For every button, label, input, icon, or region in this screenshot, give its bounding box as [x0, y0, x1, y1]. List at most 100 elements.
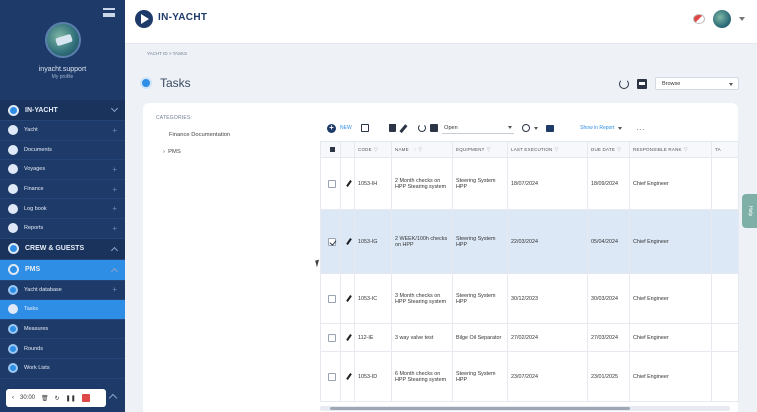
my-profile-link[interactable]: My profile	[0, 74, 125, 80]
edit-pencil-icon[interactable]	[346, 373, 352, 380]
export-icon[interactable]	[546, 124, 555, 132]
sort-icon[interactable]: ↑	[414, 147, 417, 153]
chevron-left-icon[interactable]: ‹	[12, 395, 14, 401]
row-select-cell[interactable]	[320, 209, 341, 274]
sidebar-item-tasks[interactable]: Tasks	[0, 300, 125, 320]
table-row[interactable]: 112-IE 3 way valve test Bilge Oil Separato…	[320, 323, 739, 352]
edit-pencil-icon[interactable]	[346, 180, 352, 187]
category-finance-documentation[interactable]: Finance Documentation	[169, 132, 230, 138]
add-icon[interactable]: +	[112, 224, 117, 233]
add-icon[interactable]: +	[112, 126, 117, 135]
new-button[interactable]: NEW	[340, 125, 352, 131]
expand-arrow-icon[interactable]: ›	[163, 149, 165, 155]
sidebar-item-work-lists[interactable]: Work Lists	[0, 359, 125, 379]
row-select-cell[interactable]	[320, 323, 341, 352]
filter-icon[interactable]: ▽	[374, 147, 378, 153]
header-code[interactable]: CODE ▽	[354, 141, 392, 158]
table-row[interactable]: 1053-IG 2 WEEK/100h checks on HPP Steering…	[320, 209, 739, 274]
header-last-execution[interactable]: LAST EXECUTION ▽	[507, 141, 588, 158]
sidebar-item-finance[interactable]: Finance +	[0, 180, 125, 200]
table-row[interactable]: 1053-IC 3 Month checks on HPP Stearing sy…	[320, 273, 739, 324]
report-caret-icon[interactable]	[618, 126, 623, 130]
sidebar-item-pms[interactable]: PMS	[0, 259, 125, 281]
header-name[interactable]: NAME ↑ ▽	[391, 141, 453, 158]
sidebar-item-voyages[interactable]: Voyages +	[0, 160, 125, 180]
view-mode-select[interactable]: Browse	[655, 77, 739, 90]
user-name[interactable]: inyacht.support	[0, 66, 125, 73]
filter-icon[interactable]: ▽	[617, 147, 621, 153]
row-checkbox[interactable]	[328, 372, 336, 381]
header-equipment[interactable]: EQUIPMENT ▽	[452, 141, 508, 158]
sidebar-item-reports[interactable]: Reports +	[0, 219, 125, 239]
sidebar-item-rounds[interactable]: Rounds	[0, 339, 125, 359]
print-table-icon[interactable]	[430, 124, 439, 132]
chevron-down-icon[interactable]	[110, 104, 119, 113]
filter-icon[interactable]: ▽	[418, 147, 422, 153]
sidebar-item-yacht-database[interactable]: Yacht database +	[0, 281, 125, 301]
header-select-all[interactable]	[320, 141, 341, 158]
show-in-report-button[interactable]: Show in Report	[580, 125, 614, 131]
refresh-table-icon[interactable]	[418, 124, 427, 132]
cell-ta[interactable]	[711, 157, 739, 210]
row-select-cell[interactable]	[320, 273, 341, 324]
reset-icon[interactable]: ↻	[55, 395, 60, 402]
row-checkbox[interactable]	[328, 333, 336, 342]
brand-name[interactable]: IN-YACHT	[158, 12, 207, 23]
trash-icon[interactable]: 🗑	[41, 395, 49, 402]
brand-logo-icon[interactable]	[135, 10, 153, 28]
row-edit-cell[interactable]	[340, 323, 355, 352]
profile-avatar[interactable]	[45, 22, 81, 58]
edit-pencil-icon[interactable]	[346, 238, 352, 245]
edit-icon[interactable]	[399, 123, 407, 133]
more-options-button[interactable]: ...	[636, 125, 645, 132]
scrollbar-thumb[interactable]	[330, 407, 630, 410]
sidebar-item-crew-guests[interactable]: CREW & GUESTS	[0, 238, 125, 260]
chevron-up-icon[interactable]	[108, 393, 118, 403]
sidebar-item-in-yacht[interactable]: IN-YACHT	[0, 100, 125, 121]
header-ta[interactable]: TA	[711, 141, 739, 158]
add-icon[interactable]: +	[112, 285, 117, 294]
row-edit-cell[interactable]	[340, 351, 355, 402]
table-row[interactable]: 1053-IH 2 Month checks on HPP Stearing sy…	[320, 157, 739, 210]
filter-icon[interactable]: ▽	[684, 147, 688, 153]
status-filter-select[interactable]: Open	[442, 122, 515, 134]
print-icon[interactable]	[637, 78, 647, 89]
add-icon[interactable]: +	[112, 165, 117, 174]
filter-options-caret-icon[interactable]	[534, 126, 539, 130]
row-select-cell[interactable]	[320, 351, 341, 402]
row-checkbox[interactable]	[328, 179, 336, 188]
table-row[interactable]: 1053-ID 6 Month checks on HPP Stearing sy…	[320, 351, 739, 402]
sidebar-item-log-book[interactable]: Log book +	[0, 199, 125, 219]
row-checkbox[interactable]	[328, 294, 336, 303]
add-icon[interactable]: +	[112, 185, 117, 194]
row-edit-cell[interactable]	[340, 273, 355, 324]
breadcrumb[interactable]: YACHT ID > TASKS	[147, 51, 187, 56]
select-all-icon[interactable]	[329, 147, 335, 152]
add-icon[interactable]: +	[327, 123, 336, 133]
horizontal-scrollbar[interactable]	[320, 406, 730, 411]
chevron-up-icon[interactable]	[110, 246, 119, 254]
edit-pencil-icon[interactable]	[346, 295, 352, 302]
header-due-date[interactable]: DUE DATE ▽	[587, 141, 630, 158]
help-side-tab[interactable]: Help	[742, 194, 757, 228]
delete-icon[interactable]	[388, 124, 396, 132]
clear-filter-icon[interactable]	[522, 124, 531, 132]
user-menu-caret-icon[interactable]	[739, 17, 745, 21]
row-edit-cell[interactable]	[340, 209, 355, 274]
cell-ta[interactable]	[711, 209, 739, 274]
cell-ta[interactable]	[711, 323, 739, 352]
category-pms[interactable]: › PMS	[163, 149, 181, 155]
user-avatar[interactable]	[713, 10, 731, 28]
row-edit-cell[interactable]	[340, 157, 355, 210]
language-flag-icon[interactable]	[693, 14, 705, 24]
cell-ta[interactable]	[711, 351, 739, 402]
stop-icon[interactable]	[81, 394, 90, 402]
edit-pencil-icon[interactable]	[346, 334, 352, 341]
sidebar-item-measures[interactable]: Measures	[0, 320, 125, 340]
header-responsible-rank[interactable]: RESPONSIBLE RANK ▽	[629, 141, 712, 158]
cell-ta[interactable]	[711, 273, 739, 324]
pause-icon[interactable]: ❚❚	[66, 395, 76, 402]
refresh-icon[interactable]	[619, 78, 629, 89]
sidebar-item-documents[interactable]: Documents	[0, 141, 125, 161]
copy-icon[interactable]	[360, 124, 369, 132]
